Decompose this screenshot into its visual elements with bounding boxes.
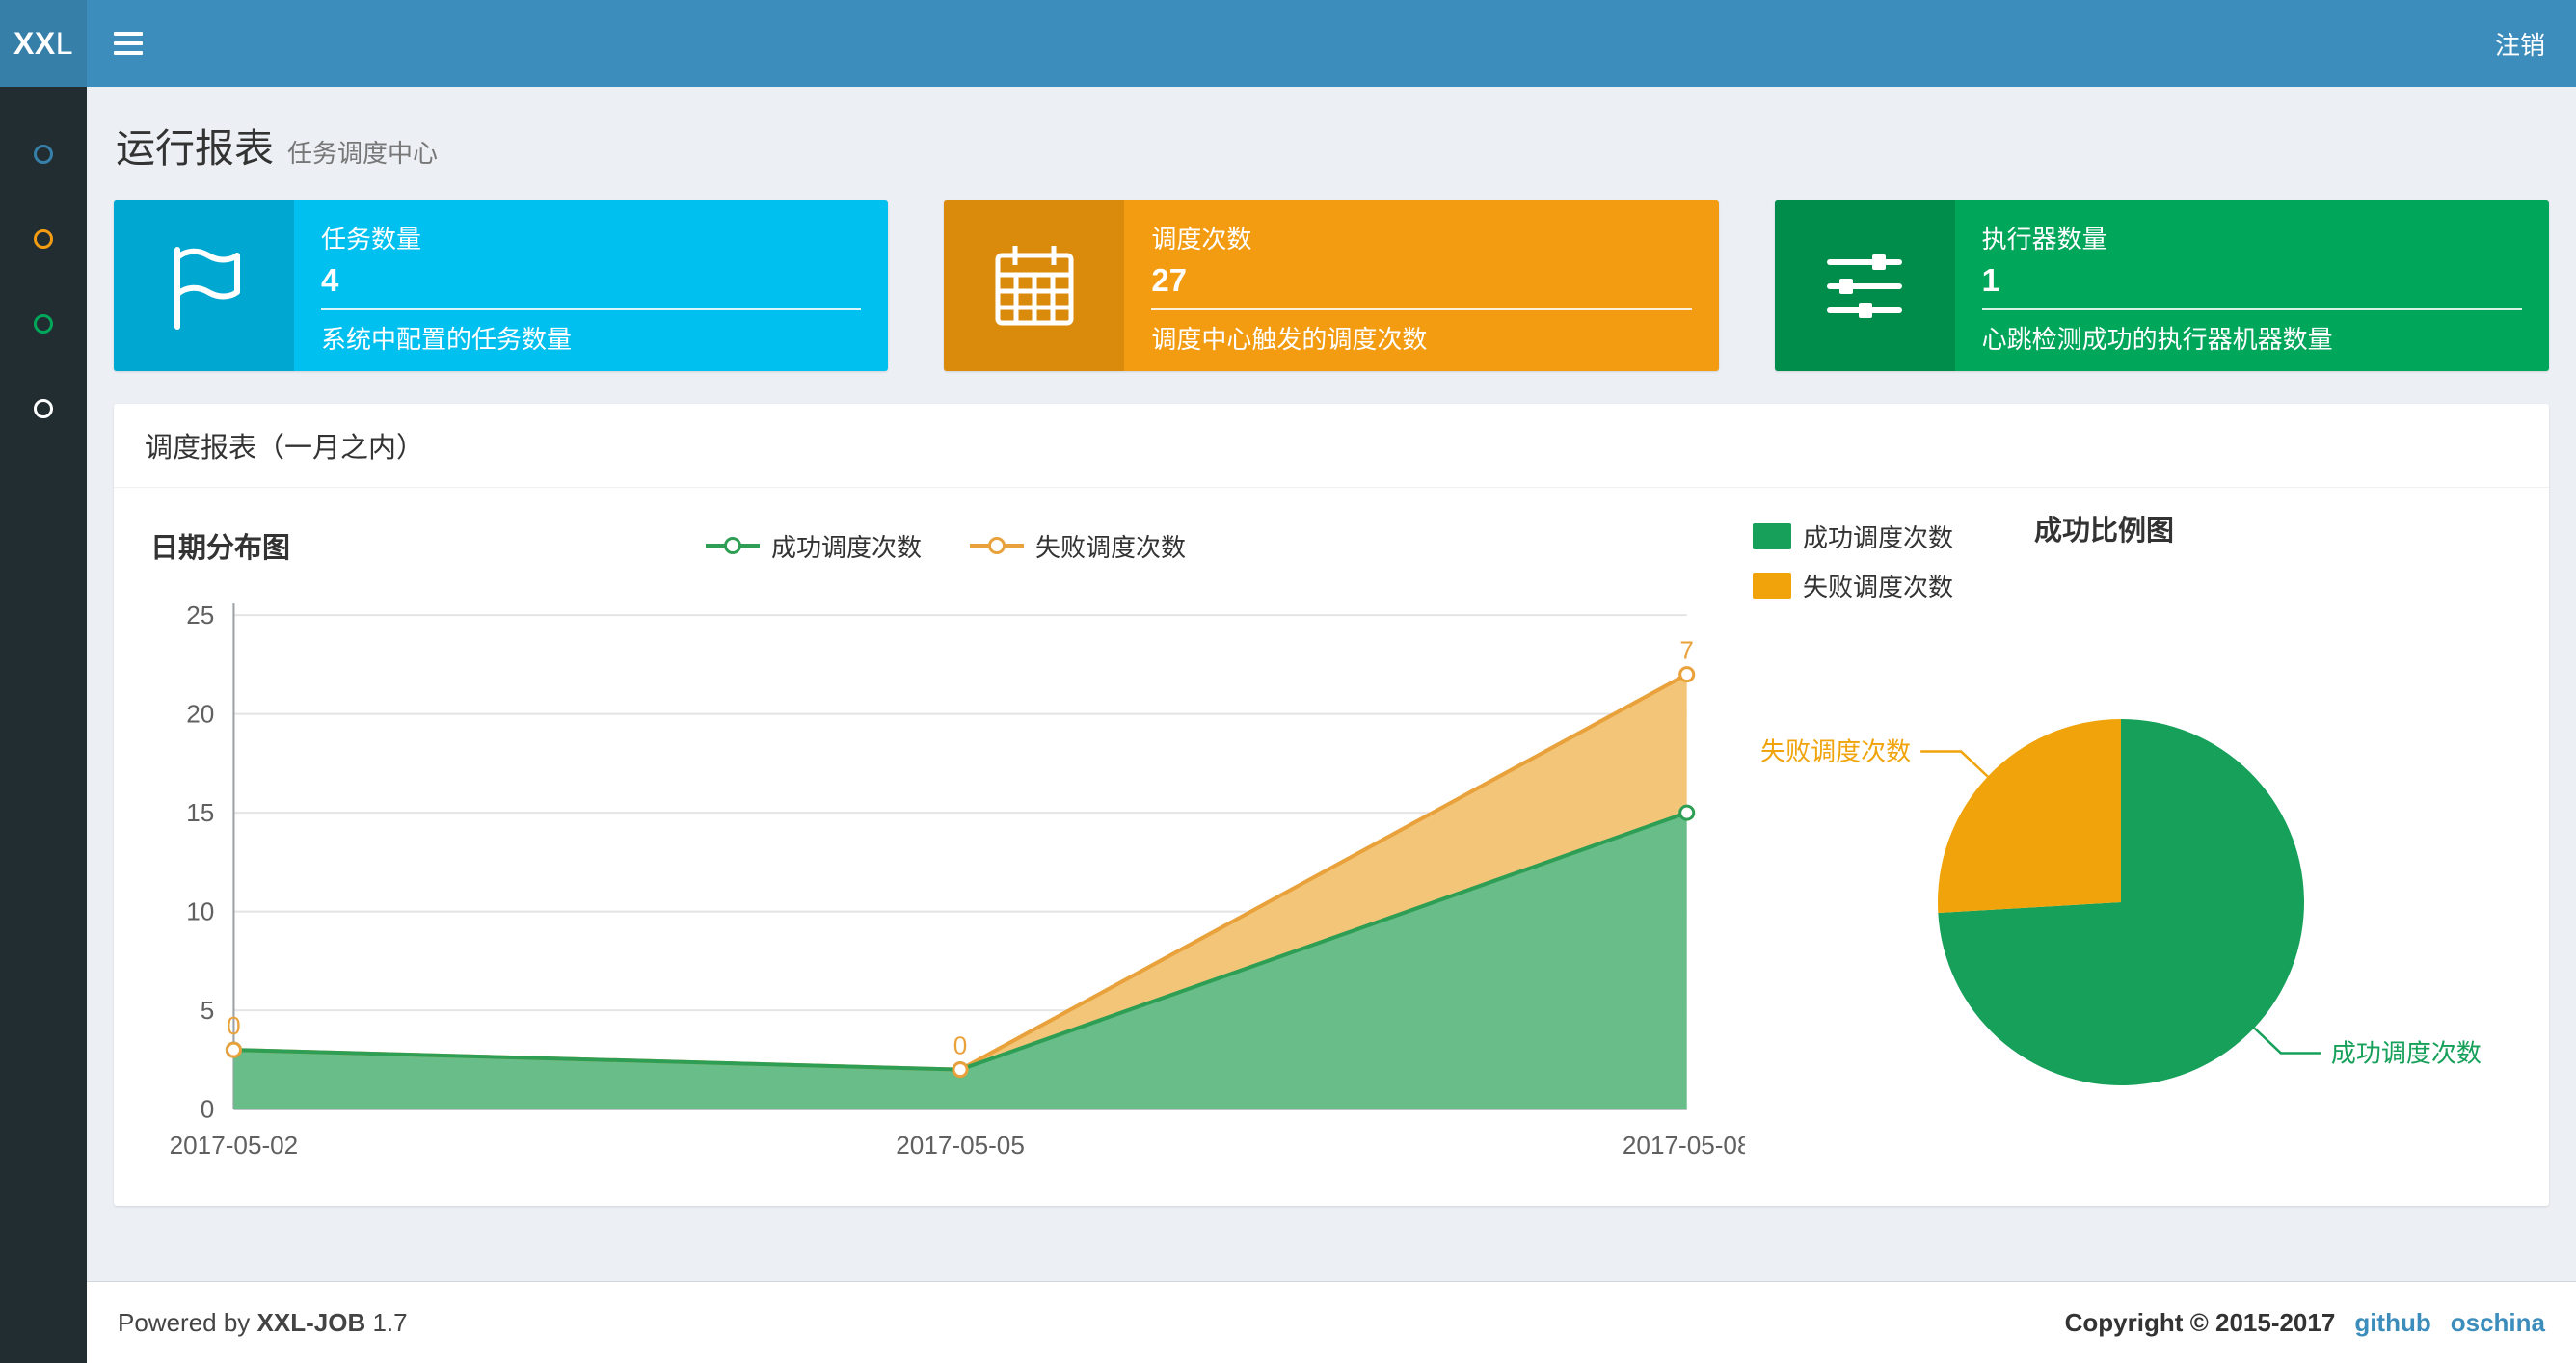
circle-icon bbox=[34, 314, 53, 334]
copyright: Copyright © 2015-2017 bbox=[2064, 1307, 2336, 1337]
calendar-icon bbox=[944, 200, 1125, 371]
svg-text:0: 0 bbox=[201, 1095, 215, 1124]
info-box-title: 任务数量 bbox=[321, 225, 422, 254]
svg-text:0: 0 bbox=[953, 1031, 968, 1060]
logo-light-text: L bbox=[55, 25, 73, 61]
info-box-desc: 系统中配置的任务数量 bbox=[321, 325, 573, 354]
sidebar-item-log[interactable] bbox=[0, 281, 87, 366]
pie-chart-title: 成功比例图 bbox=[2034, 516, 2175, 547]
sidebar-toggle-button[interactable] bbox=[87, 0, 170, 87]
square-marker-icon bbox=[1753, 573, 1791, 599]
panel-title: 调度报表（一月之内） bbox=[114, 404, 2549, 488]
github-link[interactable]: github bbox=[2354, 1308, 2430, 1338]
sidebar-item-help[interactable] bbox=[0, 366, 87, 451]
legend-item-success[interactable]: 成功调度次数 bbox=[705, 528, 922, 564]
hamburger-icon bbox=[114, 32, 143, 36]
app-logo[interactable]: XX L bbox=[0, 0, 87, 87]
svg-text:2017-05-05: 2017-05-05 bbox=[896, 1131, 1025, 1160]
info-box-desc: 心跳检测成功的执行器机器数量 bbox=[1981, 325, 2333, 354]
info-box-value: 27 bbox=[1151, 262, 1188, 298]
legend-item-fail[interactable]: 失败调度次数 bbox=[970, 528, 1186, 564]
sliders-icon bbox=[1774, 200, 1955, 371]
logo-bold-text: XX bbox=[13, 25, 56, 61]
svg-text:7: 7 bbox=[1679, 636, 1694, 665]
svg-text:5: 5 bbox=[201, 996, 215, 1025]
sidebar bbox=[0, 87, 87, 1363]
circle-icon bbox=[34, 229, 53, 249]
info-box-value: 4 bbox=[321, 262, 339, 298]
top-navbar: XX L 注销 bbox=[0, 0, 2576, 87]
svg-text:2017-05-02: 2017-05-02 bbox=[170, 1131, 299, 1160]
success-ratio-section: 成功调度次数 失败调度次数 成功比例图 成功调度次数 失败调度次数 bbox=[1745, 515, 2516, 1167]
page-subtitle: 任务调度中心 bbox=[287, 139, 439, 168]
svg-text:15: 15 bbox=[186, 798, 214, 827]
svg-text:10: 10 bbox=[186, 897, 214, 926]
success-ratio-pie-chart: 成功调度次数 失败调度次数 bbox=[1760, 719, 2482, 1085]
circle-icon bbox=[34, 399, 53, 418]
svg-text:20: 20 bbox=[186, 700, 214, 729]
page-header: 运行报表 任务调度中心 bbox=[116, 116, 2547, 174]
powered-by: Powered by XXL-JOB 1.7 bbox=[118, 1307, 408, 1337]
info-box-divider bbox=[1981, 308, 2522, 310]
product-name: XXL-JOB bbox=[256, 1307, 366, 1337]
info-box-divider bbox=[1151, 308, 1692, 310]
report-panel: 调度报表（一月之内） 日期分布图 成功调度次数 失败调度次数 0 5 10 15… bbox=[114, 404, 2549, 1206]
info-box-executors: 执行器数量 1 心跳检测成功的执行器机器数量 bbox=[1774, 200, 2549, 371]
svg-text:0: 0 bbox=[227, 1011, 241, 1040]
info-box-title: 调度次数 bbox=[1151, 225, 1252, 254]
date-distribution-chart-section: 日期分布图 成功调度次数 失败调度次数 0 5 10 15 20 25 2017… bbox=[147, 515, 1745, 1167]
legend-item-fail[interactable]: 失败调度次数 bbox=[1753, 568, 1953, 603]
oschina-link[interactable]: oschina bbox=[2451, 1308, 2545, 1338]
pie-chart-legend: 成功调度次数 失败调度次数 bbox=[1753, 519, 1953, 603]
line-marker-icon bbox=[705, 544, 760, 548]
svg-text:2017-05-08: 2017-05-08 bbox=[1623, 1131, 1745, 1160]
sidebar-item-jobs[interactable] bbox=[0, 197, 87, 281]
line-chart-title: 日期分布图 bbox=[150, 533, 291, 564]
svg-text:25: 25 bbox=[186, 601, 214, 629]
flag-icon bbox=[114, 200, 294, 371]
svg-text:失败调度次数: 失败调度次数 bbox=[1760, 737, 1911, 766]
sidebar-item-dashboard[interactable] bbox=[0, 112, 87, 197]
product-version: 1.7 bbox=[372, 1307, 408, 1337]
date-distribution-chart: 05101520252017-05-02 2017-05-05 2017-05-08… bbox=[170, 601, 1745, 1160]
logout-link[interactable]: 注销 bbox=[2464, 0, 2576, 87]
info-box-value: 1 bbox=[1981, 262, 2000, 298]
line-chart-legend: 成功调度次数 失败调度次数 bbox=[705, 528, 1186, 564]
circle-icon bbox=[34, 145, 53, 164]
info-box-title: 执行器数量 bbox=[1981, 225, 2107, 254]
app-root: XX L 注销 运行报表 任务调度中心 任务数量 4 系统中配置的任务数量 调度… bbox=[0, 0, 2576, 1363]
page-title: 运行报表 bbox=[116, 126, 274, 171]
info-box-desc: 调度中心触发的调度次数 bbox=[1151, 325, 1428, 354]
info-box-row: 任务数量 4 系统中配置的任务数量 调度次数 27 调度中心触发的调度次数 执行… bbox=[114, 200, 2549, 371]
svg-text:成功调度次数: 成功调度次数 bbox=[2331, 1038, 2482, 1067]
legend-item-success[interactable]: 成功调度次数 bbox=[1753, 519, 1953, 554]
main-content: 运行报表 任务调度中心 任务数量 4 系统中配置的任务数量 调度次数 27 调度… bbox=[87, 87, 2576, 1281]
info-box-divider bbox=[321, 308, 862, 310]
line-marker-icon bbox=[970, 544, 1024, 548]
square-marker-icon bbox=[1753, 523, 1791, 549]
footer: Powered by XXL-JOB 1.7 Copyright © 2015-… bbox=[87, 1281, 2576, 1363]
info-box-jobs: 任务数量 4 系统中配置的任务数量 bbox=[114, 200, 889, 371]
info-box-triggers: 调度次数 27 调度中心触发的调度次数 bbox=[944, 200, 1719, 371]
